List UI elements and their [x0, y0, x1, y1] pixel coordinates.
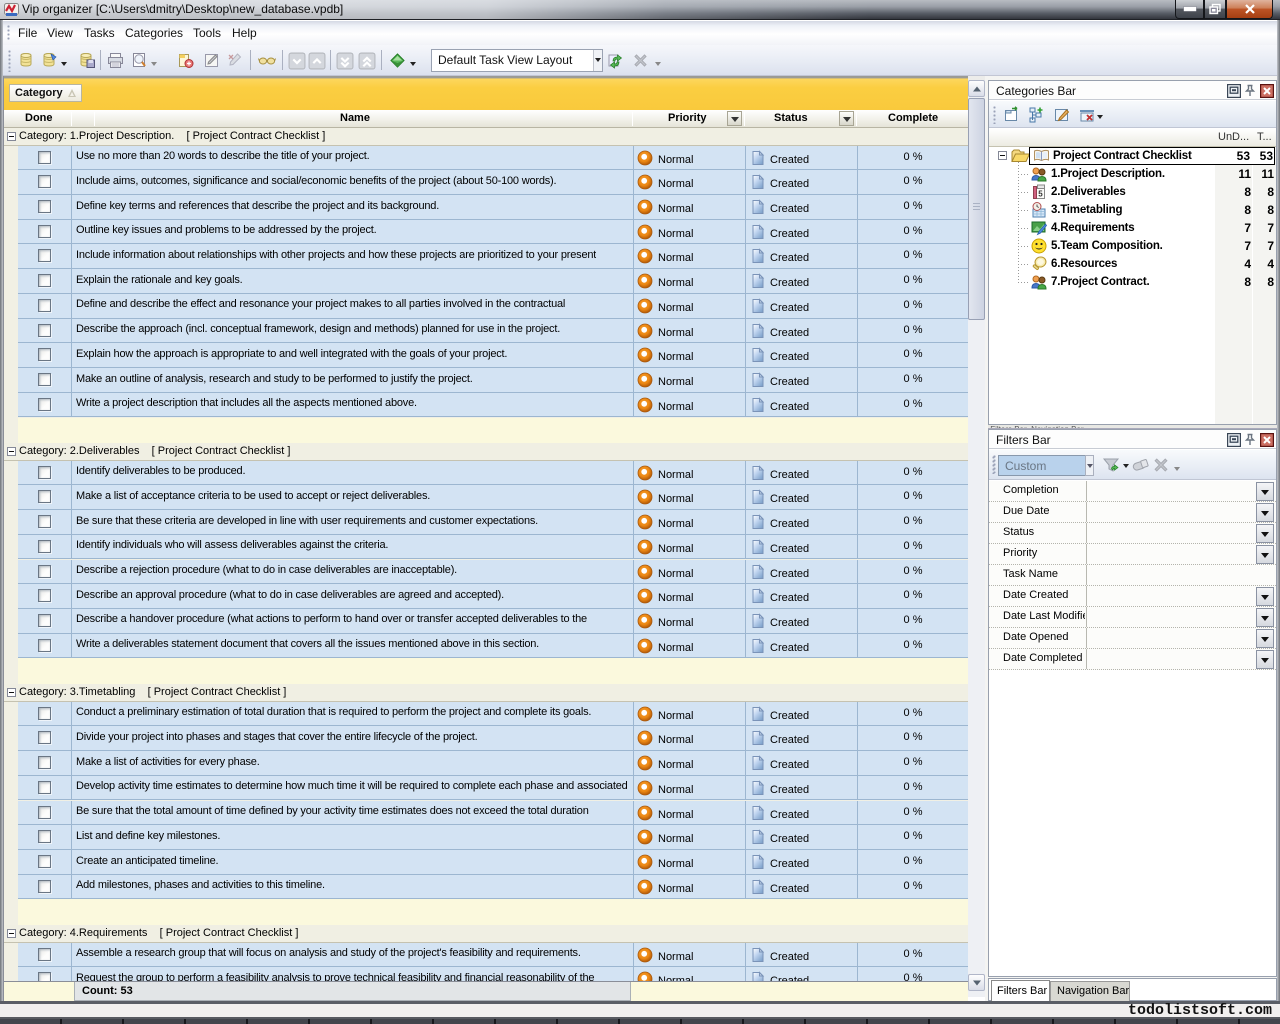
svg-text:5: 5: [1038, 190, 1043, 199]
